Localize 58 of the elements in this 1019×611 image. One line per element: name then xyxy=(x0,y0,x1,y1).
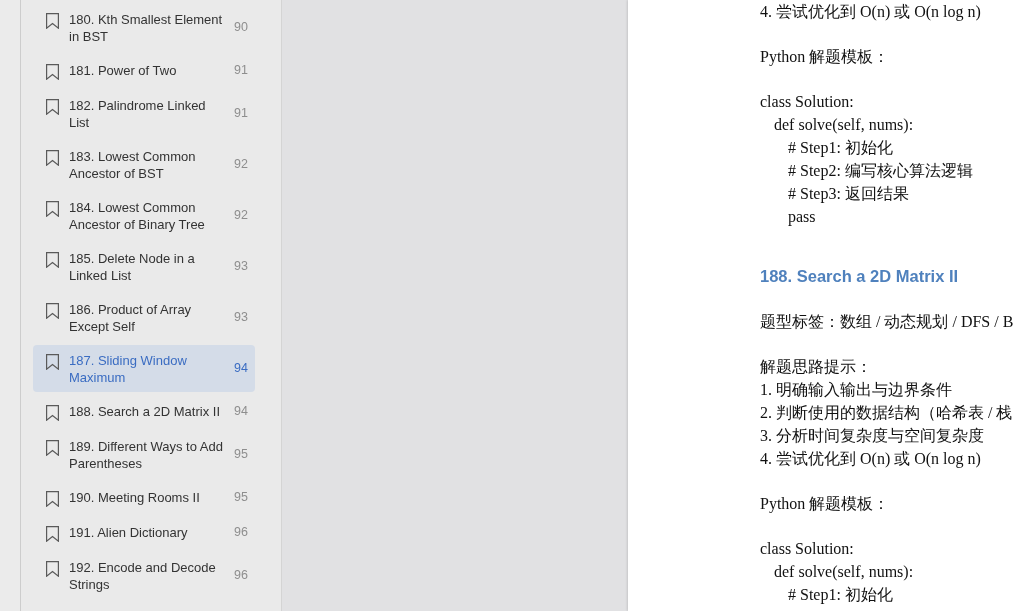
code-line: # Step3: 返回结果 xyxy=(788,184,909,205)
code-line: class Solution: xyxy=(760,92,854,112)
page-number: 94 xyxy=(233,360,248,377)
paragraph-text: 解题思路提示： xyxy=(760,357,872,377)
code-line: def solve(self, nums): xyxy=(774,115,914,136)
bookmark-icon xyxy=(46,302,59,319)
page-number: 92 xyxy=(233,156,248,173)
page-number: 90 xyxy=(233,19,248,36)
paragraph-text: 4. 尝试优化到 O(n) 或 O(n log n) xyxy=(760,2,981,23)
bookmark-icon xyxy=(46,12,59,29)
paragraph-text: Python 解题模板： xyxy=(760,494,890,515)
bookmark-item[interactable]: 189. Different Ways to Add Parentheses 95 xyxy=(33,431,255,478)
paragraph-text: 4. 尝试优化到 O(n) 或 O(n log n) xyxy=(760,449,981,470)
page-number: 95 xyxy=(233,446,248,463)
bookmark-icon xyxy=(46,490,59,507)
paragraph-text: 题型标签：数组 / 动态规划 / DFS / B xyxy=(760,312,1014,332)
page-number: 95 xyxy=(233,489,248,506)
bookmark-icon xyxy=(46,98,59,115)
bookmark-item[interactable]: 186. Product of Array Except Self 93 xyxy=(33,294,255,341)
bookmark-icon xyxy=(46,353,59,370)
bookmark-item[interactable]: 184. Lowest Common Ancestor of Binary Tree 92 xyxy=(33,192,255,239)
page-number: 96 xyxy=(233,567,248,584)
bookmark-icon xyxy=(46,404,59,421)
page-number: 93 xyxy=(233,258,248,275)
bookmark-icon xyxy=(46,63,59,80)
page-number: 91 xyxy=(233,105,248,122)
code-line: pass xyxy=(788,207,816,228)
bookmark-icon xyxy=(46,149,59,166)
page-number: 94 xyxy=(233,403,248,420)
bookmark-item[interactable]: 183. Lowest Common Ancestor of BST 92 xyxy=(33,141,255,188)
code-line: class Solution: xyxy=(760,539,854,559)
bookmark-item[interactable]: 181. Power of Two 91 xyxy=(33,55,255,86)
page-number: 93 xyxy=(233,309,248,326)
code-line: def solve(self, nums): xyxy=(774,562,914,583)
bookmark-item[interactable]: 182. Palindrome Linked List 91 xyxy=(33,90,255,137)
bookmark-item[interactable]: 190. Meeting Rooms II 95 xyxy=(33,482,255,513)
paragraph-text: Python 解题模板： xyxy=(760,47,890,68)
bookmark-item[interactable]: 187. Sliding Window Maximum 94 xyxy=(33,345,255,392)
page-number: 91 xyxy=(233,62,248,79)
bookmark-icon xyxy=(46,560,59,577)
paragraph-text: 2. 判断使用的数据结构（哈希表 / 栈 xyxy=(760,403,1013,423)
bookmark-item[interactable]: 192. Encode and Decode Strings 96 xyxy=(33,552,255,599)
code-line: # Step1: 初始化 xyxy=(788,585,893,606)
bookmark-icon xyxy=(46,525,59,542)
bookmark-icon xyxy=(46,439,59,456)
page-number: 96 xyxy=(233,524,248,541)
paragraph-text: 3. 分析时间复杂度与空间复杂度 xyxy=(760,426,984,446)
bookmark-item[interactable]: 180. Kth Smallest Element in BST 90 xyxy=(33,4,255,51)
section-heading: 188. Search a 2D Matrix II xyxy=(760,266,959,287)
page-number: 92 xyxy=(233,207,248,224)
paragraph-text: 1. 明确输入输出与边界条件 xyxy=(760,380,952,400)
code-line: # Step2: 编写核心算法逻辑 xyxy=(788,161,973,182)
bookmark-item[interactable]: 191. Alien Dictionary 96 xyxy=(33,517,255,548)
code-line: # Step1: 初始化 xyxy=(788,138,893,159)
bookmark-icon xyxy=(46,200,59,217)
bookmark-icon xyxy=(46,251,59,268)
bookmark-item[interactable]: 188. Search a 2D Matrix II 94 xyxy=(33,396,255,427)
bookmark-item[interactable]: 185. Delete Node in a Linked List 93 xyxy=(33,243,255,290)
